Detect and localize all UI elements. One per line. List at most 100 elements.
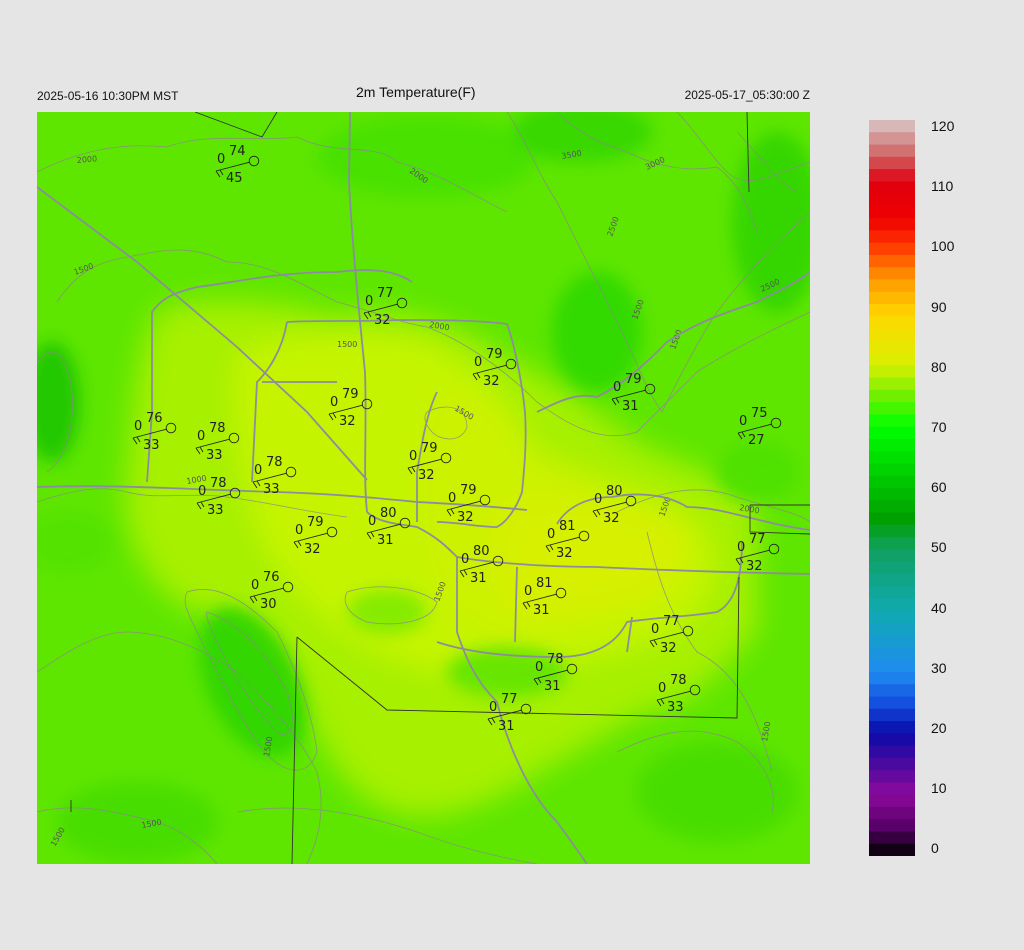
colorbar-band <box>869 512 915 526</box>
colorbar-band <box>869 475 915 489</box>
colorbar-band <box>869 304 915 317</box>
station-dewpoint: 33 <box>667 700 684 715</box>
station-dewpoint: 32 <box>304 542 321 557</box>
colorbar-tick-label: 120 <box>931 118 955 134</box>
station-pressure-code: 0 <box>461 552 469 567</box>
colorbar-band <box>869 144 915 158</box>
station-temperature: 80 <box>380 506 397 521</box>
colorbar-band <box>869 242 915 256</box>
colorbar-tick-label: 110 <box>931 178 954 195</box>
station-temperature: 80 <box>606 484 623 499</box>
colorbar-band <box>869 733 915 747</box>
colorbar-band <box>869 267 915 281</box>
station-temperature: 78 <box>547 652 564 667</box>
colorbar-tick-label: 20 <box>931 720 947 736</box>
station-temperature: 78 <box>210 476 227 491</box>
station-temperature: 80 <box>473 544 490 559</box>
station-temperature: 76 <box>146 411 163 426</box>
station-pressure-code: 0 <box>330 395 338 410</box>
colorbar-tick-label: 90 <box>931 298 947 315</box>
colorbar-band <box>869 120 915 133</box>
colorbar-band <box>869 806 915 820</box>
colorbar-band <box>869 696 915 710</box>
colorbar-band <box>869 205 915 219</box>
colorbar-band <box>869 218 915 231</box>
colorbar-band <box>869 181 915 195</box>
contour-label: 2000 <box>76 154 97 165</box>
station-dewpoint: 32 <box>746 559 763 574</box>
colorbar-tick-label: 40 <box>931 599 947 616</box>
station-pressure-code: 0 <box>658 681 666 696</box>
station-temperature: 76 <box>263 570 280 585</box>
colorbar-band <box>869 488 915 501</box>
colorbar-tick-label: 70 <box>931 419 947 435</box>
station-dewpoint: 31 <box>544 679 561 694</box>
colorbar-tick-label: 10 <box>931 780 947 797</box>
colorbar-band <box>869 254 915 268</box>
colorbar-band <box>869 328 915 342</box>
colorbar-band <box>869 500 915 514</box>
station-dewpoint: 45 <box>226 171 243 186</box>
colorbar-band <box>869 659 915 673</box>
station-temperature: 78 <box>209 421 226 436</box>
station-temperature: 77 <box>501 692 518 707</box>
colorbar-band <box>869 463 915 477</box>
station-pressure-code: 0 <box>134 419 142 434</box>
colorbar-band <box>869 672 915 685</box>
station-temperature: 74 <box>229 144 246 159</box>
colorbar-band <box>869 831 915 845</box>
station-pressure-code: 0 <box>448 491 456 506</box>
station-temperature: 79 <box>486 347 503 362</box>
station-pressure-code: 0 <box>489 700 497 715</box>
station-dewpoint: 32 <box>339 414 356 429</box>
colorbar-band <box>869 279 915 293</box>
colorbar-tick-label: 80 <box>931 358 947 375</box>
colorbar-band <box>869 708 915 722</box>
station-temperature: 79 <box>625 372 642 387</box>
station-pressure-code: 0 <box>217 152 225 167</box>
station-pressure-code: 0 <box>198 484 206 499</box>
station-dewpoint: 32 <box>418 468 435 483</box>
station-temperature: 75 <box>751 406 768 421</box>
station-dewpoint: 27 <box>748 433 765 448</box>
station-pressure-code: 0 <box>739 414 747 429</box>
station-pressure-code: 0 <box>295 523 303 538</box>
colorbar-band <box>869 193 915 207</box>
station-dewpoint: 30 <box>260 597 277 612</box>
station-pressure-code: 0 <box>737 540 745 555</box>
station-temperature: 79 <box>307 515 324 530</box>
colorbar-band <box>869 377 915 391</box>
colorbar-band <box>869 610 915 624</box>
colorbar-band <box>869 365 915 379</box>
colorbar-band <box>869 451 915 465</box>
colorbar-band <box>869 770 915 783</box>
colorbar-band <box>869 389 915 403</box>
station-temperature: 77 <box>749 532 766 547</box>
colorbar-band <box>869 843 915 856</box>
colorbar-band <box>869 622 915 636</box>
station-pressure-code: 0 <box>368 514 376 529</box>
colorbar-band <box>869 757 915 771</box>
colorbar-band <box>869 721 915 734</box>
colorbar-band <box>869 561 915 575</box>
colorbar-band <box>869 647 915 661</box>
station-temperature: 79 <box>460 483 477 498</box>
temperature-map[interactable]: 2000 3500 3000 2000 2500 1500 1500 2000 2500 1500… <box>37 112 810 864</box>
station-pressure-code: 0 <box>254 463 262 478</box>
station-pressure-code: 0 <box>651 622 659 637</box>
colorbar-band <box>869 573 915 587</box>
colorbar-band <box>869 819 915 833</box>
station-dewpoint: 31 <box>498 719 515 734</box>
station-pressure-code: 0 <box>409 449 417 464</box>
station-dewpoint: 32 <box>603 511 620 526</box>
colorbar-band <box>869 316 915 330</box>
station-temperature: 79 <box>342 387 359 402</box>
colorbar-band <box>869 230 915 244</box>
station-dewpoint: 33 <box>206 448 223 463</box>
station-temperature: 79 <box>421 441 438 456</box>
colorbar-band <box>869 745 915 759</box>
local-time-label: 2025-05-16 10:30PM MST <box>37 89 179 103</box>
station-pressure-code: 0 <box>535 660 543 675</box>
colorbar-tick-label: 60 <box>931 479 947 496</box>
colorbar-band <box>869 586 915 599</box>
